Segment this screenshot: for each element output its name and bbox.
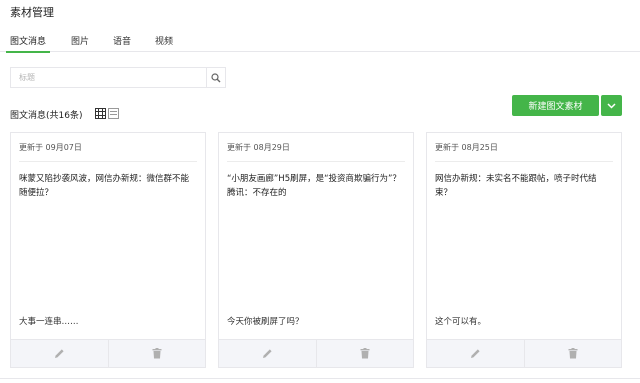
grid-view-icon[interactable]: [95, 108, 106, 119]
edit-button[interactable]: [219, 340, 316, 367]
tab-video[interactable]: 视频: [155, 34, 173, 47]
article-card[interactable]: 更新于 08月25日 网信办新规：未实名不能跟帖，喷子时代结束？ 这个可以有。: [426, 132, 622, 368]
trash-icon: [152, 348, 162, 359]
pencil-icon: [54, 349, 64, 358]
trash-icon: [360, 348, 370, 359]
article-card[interactable]: 更新于 09月07日 咪蒙又陷抄袭风波，网信办新规：微信群不能随便拉？ 大事一连…: [10, 132, 206, 368]
edit-button[interactable]: [11, 340, 108, 367]
tab-news[interactable]: 图文消息: [10, 34, 46, 47]
list-count-label: 图文消息(共16条): [10, 111, 83, 121]
card-date: 更新于 09月07日: [19, 143, 82, 152]
new-article-button[interactable]: 新建图文素材: [512, 95, 599, 116]
bottom-divider: [0, 378, 640, 379]
card-date: 更新于 08月25日: [435, 143, 498, 152]
card-digest: 这个可以有。: [435, 317, 487, 327]
search-button[interactable]: [206, 68, 225, 87]
delete-button[interactable]: [523, 340, 622, 367]
chevron-down-icon: [607, 102, 616, 109]
tab-images[interactable]: 图片: [71, 34, 89, 47]
card-title[interactable]: “小朋友画廊”H5刷屏，是“投资商欺骗行为”？腾讯：不存在的: [227, 172, 405, 200]
tab-bar: 图文消息 图片 语音 视频: [0, 28, 640, 53]
card-divider: [435, 161, 613, 162]
tab-voice[interactable]: 语音: [113, 34, 131, 47]
delete-button[interactable]: [107, 340, 206, 367]
search-input[interactable]: [11, 68, 207, 87]
card-digest: 今天你被刷屏了吗？: [227, 317, 304, 327]
edit-button[interactable]: [427, 340, 524, 367]
search-box: [10, 67, 226, 88]
page-title: 素材管理: [10, 6, 54, 19]
card-divider: [19, 161, 197, 162]
pencil-icon: [262, 349, 272, 358]
delete-button[interactable]: [315, 340, 414, 367]
card-digest: 大事一连串……: [19, 317, 79, 327]
active-tab-indicator: [6, 51, 50, 53]
card-title[interactable]: 网信办新规：未实名不能跟帖，喷子时代结束？: [435, 172, 613, 200]
article-card[interactable]: 更新于 08月29日 “小朋友画廊”H5刷屏，是“投资商欺骗行为”？腾讯：不存在…: [218, 132, 414, 368]
card-action-bar: [427, 339, 621, 367]
search-icon: [211, 72, 221, 82]
new-article-dropdown-button[interactable]: [601, 95, 622, 116]
card-date: 更新于 08月29日: [227, 143, 290, 152]
list-view-icon[interactable]: [108, 108, 119, 119]
card-title[interactable]: 咪蒙又陷抄袭风波，网信办新规：微信群不能随便拉？: [19, 172, 197, 200]
card-divider: [227, 161, 405, 162]
pencil-icon: [470, 349, 480, 358]
card-action-bar: [11, 339, 205, 367]
card-action-bar: [219, 339, 413, 367]
trash-icon: [568, 348, 578, 359]
